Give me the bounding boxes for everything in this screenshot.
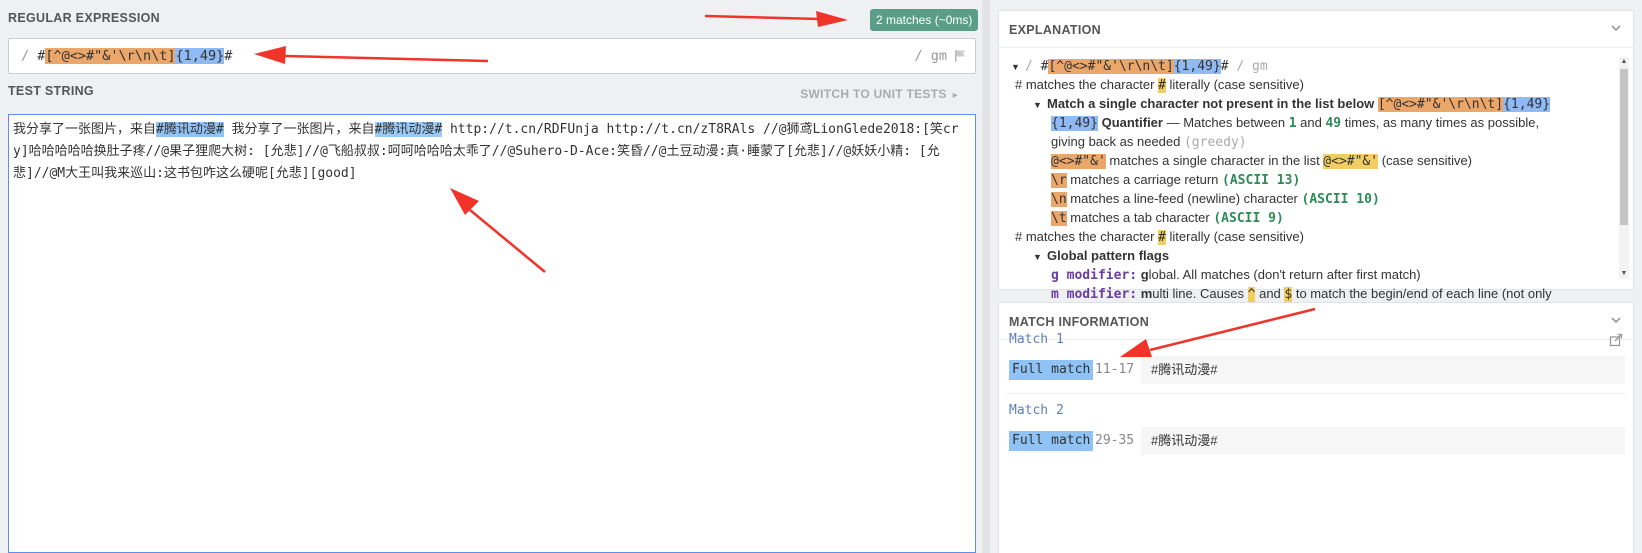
sidebar-pane: EXPLANATION ▼ / #[^@<>#"&'\r\n\t]{1,49}# …	[990, 0, 1642, 553]
match-range: 11-17	[1095, 362, 1135, 377]
test-string-text: 我分享了一张图片，来自#腾讯动漫# 我分享了一张图片，来自#腾讯动漫# http…	[13, 119, 965, 185]
regex-character-set: [^@<>#"&'\r\n\t]	[45, 48, 176, 64]
explanation-scrollbar[interactable]: ▲ ▼	[1619, 57, 1629, 279]
regex-text: / #[^@<>#"&'\r\n\t]{1,49}#	[21, 48, 232, 64]
regex-section-title: REGULAR EXPRESSION	[8, 11, 160, 25]
test-segment: 我分享了一张图片，来自	[13, 122, 157, 137]
full-match-tag: Full match	[1009, 431, 1094, 451]
match-count-badge: 2 matches (~0ms)	[870, 9, 979, 31]
chevron-down-icon[interactable]	[1609, 313, 1623, 327]
explanation-row: \r matches a carriage return (ASCII 13)	[1051, 172, 1301, 188]
flag-icon[interactable]	[953, 49, 967, 63]
triangle-down-icon[interactable]: ▼	[1033, 248, 1047, 266]
regex-editor-pane: REGULAR EXPRESSION 2 matches (~0ms) / # […	[0, 0, 982, 553]
divider	[999, 339, 1633, 340]
explanation-row: @<>#"&' matches a single character in th…	[1051, 153, 1473, 169]
explanation-title: EXPLANATION	[1009, 23, 1101, 37]
match-value[interactable]: #腾讯动漫#	[1141, 427, 1625, 455]
scroll-thumb[interactable]	[1620, 69, 1628, 225]
explanation-row: \n matches a line-feed (newline) charact…	[1051, 191, 1380, 207]
regex-quantifier: {1,49}	[175, 48, 225, 64]
share-icon[interactable]	[1609, 333, 1623, 347]
explanation-row: \t matches a tab character (ASCII 9)	[1051, 210, 1284, 226]
divider	[1007, 393, 1625, 394]
explanation-row: giving back as needed (greedy)	[1051, 134, 1247, 150]
regex-flags[interactable]: / gm	[914, 48, 947, 64]
explanation-row: # matches the character # literally (cas…	[1015, 229, 1304, 245]
explanation-row: ▼ / #[^@<>#"&'\r\n\t]{1,49}# / gm	[1011, 58, 1268, 76]
explanation-tree: ▼ / #[^@<>#"&'\r\n\t]{1,49}# / gm # match…	[1011, 57, 1605, 304]
full-match-tag: Full match	[1009, 360, 1094, 380]
test-string-section-title: TEST STRING	[8, 84, 94, 98]
explanation-row: ▼ Match a single character not present in…	[1033, 96, 1551, 114]
test-match-highlight: #腾讯动漫#	[374, 122, 443, 137]
triangle-down-icon[interactable]: ▼	[1011, 58, 1025, 76]
explanation-row: g modifier: global. All matches (don't r…	[1051, 267, 1421, 283]
switch-unit-tests-label: SWITCH TO UNIT TESTS	[800, 87, 947, 101]
match-1-label: Match 1	[1009, 332, 1064, 347]
regex-hash-end: #	[224, 48, 233, 64]
explanation-row: ▼ Global pattern flags	[1011, 247, 1605, 266]
match-2-label: Match 2	[1009, 403, 1064, 418]
regex-open-delimiter: /	[21, 48, 38, 64]
chevron-down-icon[interactable]	[1609, 21, 1623, 35]
caret-right-icon: ▸	[952, 90, 958, 101]
divider	[999, 47, 1633, 48]
explanation-row: # matches the character # literally (cas…	[1015, 77, 1304, 93]
match-value[interactable]: #腾讯动漫#	[1141, 356, 1625, 384]
test-match-highlight: #腾讯动漫#	[156, 122, 224, 137]
pane-divider[interactable]	[982, 0, 990, 553]
triangle-down-icon[interactable]: ▼	[1033, 96, 1047, 114]
explanation-row: {1,49} Quantifier — Matches between 1 an…	[1051, 115, 1540, 131]
explanation-panel: EXPLANATION ▼ / #[^@<>#"&'\r\n\t]{1,49}# …	[998, 10, 1634, 302]
test-string-input[interactable]: 我分享了一张图片，来自#腾讯动漫# 我分享了一张图片，来自#腾讯动漫# http…	[8, 114, 976, 553]
match-information-title: MATCH INFORMATION	[1009, 315, 1150, 329]
match-information-panel: MATCH INFORMATION Match 1 Full match 11-…	[998, 302, 1634, 553]
test-segment: 我分享了一张图片，来自	[223, 122, 375, 137]
scroll-down-icon[interactable]: ▼	[1619, 269, 1629, 279]
match-range: 29-35	[1095, 433, 1135, 448]
scroll-up-icon[interactable]: ▲	[1619, 57, 1629, 67]
switch-to-unit-tests-button[interactable]: SWITCH TO UNIT TESTS ▸	[800, 87, 958, 101]
regex-input[interactable]: / #[^@<>#"&'\r\n\t]{1,49}# / gm	[8, 38, 976, 74]
